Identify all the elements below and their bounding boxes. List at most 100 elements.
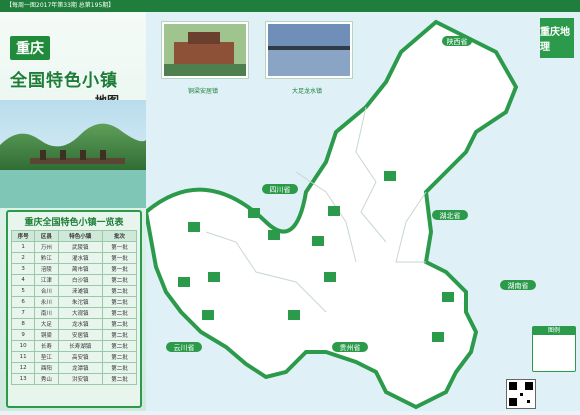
table-cell: 13 <box>10 373 36 385</box>
table-cell: 龙潭镇 <box>57 362 104 374</box>
province-label: 陕西省 <box>447 37 468 46</box>
left-photo <box>0 100 146 208</box>
table-cell: 高安镇 <box>57 351 104 363</box>
province-label: 云川省 <box>174 343 195 352</box>
town-marker[interactable] <box>312 236 324 246</box>
photo-longshui-svg <box>268 24 350 76</box>
photo-anjv-svg <box>164 24 246 76</box>
town-list-table: 序号 区县 特色小镇 批次 1 万州 武陵镇 第一批 2 黔江 濯水镇 第一批 3 涪陵 蔺市镇 第一… <box>10 230 137 385</box>
province-label: 湖北省 <box>440 211 461 220</box>
province-label: 湖南省 <box>508 281 529 290</box>
table-cell: 大观镇 <box>57 307 104 319</box>
table-cell: 6 <box>10 296 36 308</box>
table-cell: 10 <box>10 340 36 352</box>
town-marker[interactable] <box>288 310 300 320</box>
table-cell: 第二批 <box>102 318 137 330</box>
table-cell: 第二批 <box>102 340 137 352</box>
province-label: 贵州省 <box>340 343 361 352</box>
table-cell: 秀山 <box>34 373 59 385</box>
table-cell: 第二批 <box>102 351 137 363</box>
town-marker[interactable] <box>268 230 280 240</box>
title-chongqing: 重庆 <box>10 36 50 60</box>
table-cell: 濯水镇 <box>57 252 104 264</box>
table-header: 批次 <box>102 230 137 242</box>
photo-longshui <box>266 22 352 78</box>
table-cell: 第二批 <box>102 362 137 374</box>
left-photo-svg <box>0 100 146 208</box>
table-row: 1 万州 武陵镇 第一批 <box>10 241 137 253</box>
town-marker[interactable] <box>442 292 454 302</box>
table-row: 5 合川 涞滩镇 第二批 <box>10 285 137 297</box>
table-cell: 12 <box>10 362 36 374</box>
table-cell: 第二批 <box>102 274 137 286</box>
table-cell: 第二批 <box>102 285 137 297</box>
table-cell: 11 <box>10 351 36 363</box>
town-marker[interactable] <box>384 171 396 181</box>
town-list-card: 重庆全国特色小镇一览表 序号 区县 特色小镇 批次 1 万州 武陵镇 第一批 2 黔江 濯水… <box>6 210 142 408</box>
table-cell: 第二批 <box>102 329 137 341</box>
table-row: 11 垫江 高安镇 第二批 <box>10 351 137 363</box>
table-row: 2 黔江 濯水镇 第一批 <box>10 252 137 264</box>
town-marker[interactable] <box>188 222 200 232</box>
table-header: 区县 <box>34 230 59 242</box>
table-cell: 长寿 <box>34 340 59 352</box>
town-list-title: 重庆全国特色小镇一览表 <box>24 218 124 228</box>
table-header: 特色小镇 <box>57 230 104 242</box>
header-strip: 【每周一图2017年第33期 总第195期】 <box>0 0 580 12</box>
town-marker[interactable] <box>248 208 260 218</box>
table-cell: 万州 <box>34 241 59 253</box>
photo-caption: 大足龙水镇 <box>291 88 322 95</box>
table-row: 10 长寿 长寿湖镇 第二批 <box>10 340 137 352</box>
table-cell: 白沙镇 <box>57 274 104 286</box>
town-marker[interactable] <box>208 272 220 282</box>
table-cell: 安居镇 <box>57 329 104 341</box>
province-label-group: 湖南省 <box>500 280 536 290</box>
table-cell: 朱沱镇 <box>57 296 104 308</box>
table-cell: 5 <box>10 285 36 297</box>
table-cell: 江津 <box>34 274 59 286</box>
table-cell: 洪安镇 <box>57 373 104 385</box>
table-cell: 武陵镇 <box>57 241 104 253</box>
table-row: 3 涪陵 蔺市镇 第一批 <box>10 263 137 275</box>
table-cell: 2 <box>10 252 36 264</box>
photo-anjv <box>162 22 248 78</box>
table-cell: 龙水镇 <box>57 318 104 330</box>
table-cell: 垫江 <box>34 351 59 363</box>
table-row: 9 铜梁 安居镇 第二批 <box>10 329 137 341</box>
town-marker[interactable] <box>432 332 444 342</box>
table-cell: 涪陵 <box>34 263 59 275</box>
town-marker[interactable] <box>202 310 214 320</box>
photo-caption: 铜梁安居镇 <box>187 88 218 95</box>
province-label-group: 云川省 <box>166 342 202 352</box>
province-label-group: 贵州省 <box>332 342 368 352</box>
table-cell: 永川 <box>34 296 59 308</box>
legend-title: 图例 <box>533 327 575 335</box>
table-cell: 黔江 <box>34 252 59 264</box>
table-cell: 合川 <box>34 285 59 297</box>
table-cell: 1 <box>10 241 36 253</box>
legend-box: 图例 <box>532 326 576 372</box>
province-label-group: 四川省 <box>262 184 298 194</box>
table-row: 12 酉阳 龙潭镇 第二批 <box>10 362 137 374</box>
town-marker[interactable] <box>324 272 336 282</box>
table-row: 4 江津 白沙镇 第二批 <box>10 274 137 286</box>
table-header: 序号 <box>10 230 36 242</box>
town-marker[interactable] <box>178 277 190 287</box>
qr-code <box>506 379 536 409</box>
table-cell: 4 <box>10 274 36 286</box>
table-cell: 7 <box>10 307 36 319</box>
table-cell: 蔺市镇 <box>57 263 104 275</box>
province-label: 四川省 <box>270 185 291 194</box>
table-cell: 第二批 <box>102 296 137 308</box>
table-cell: 涞滩镇 <box>57 285 104 297</box>
table-cell: 长寿湖镇 <box>57 340 104 352</box>
town-marker[interactable] <box>328 206 340 216</box>
table-cell: 第一批 <box>102 263 137 275</box>
table-cell: 9 <box>10 329 36 341</box>
title-main: 全国特色小镇 <box>10 71 118 91</box>
table-cell: 第二批 <box>102 307 137 319</box>
table-row: 8 大足 龙水镇 第二批 <box>10 318 137 330</box>
table-row: 7 南川 大观镇 第二批 <box>10 307 137 319</box>
table-cell: 第二批 <box>102 373 137 385</box>
table-row: 13 秀山 洪安镇 第二批 <box>10 373 137 385</box>
